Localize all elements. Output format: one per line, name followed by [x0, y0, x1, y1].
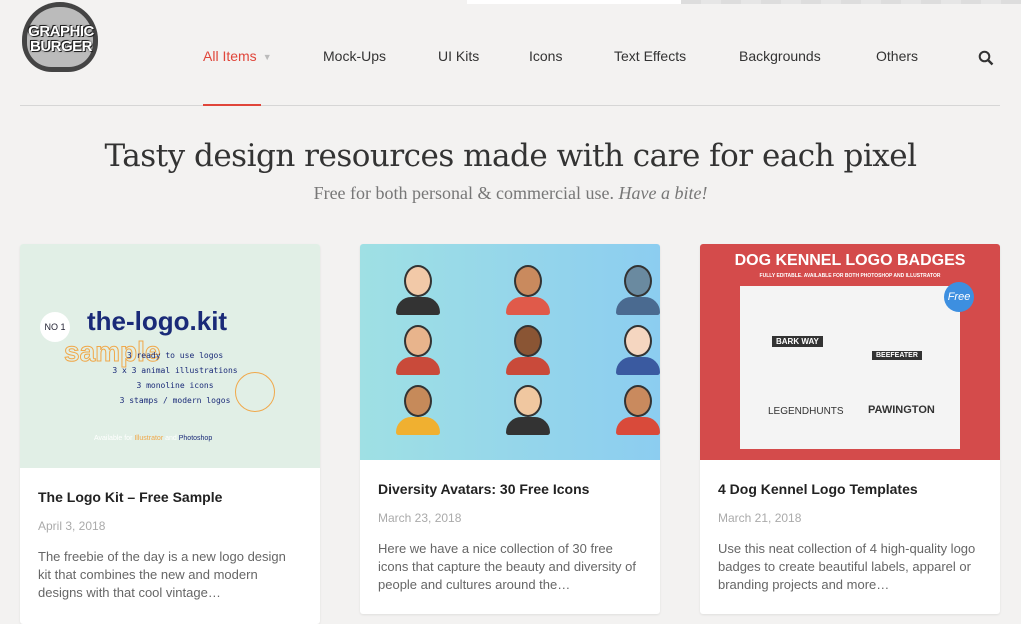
- page-subtitle: Free for both personal & commercial use.…: [313, 183, 708, 203]
- avatar-icon: [404, 325, 432, 357]
- avatar-icon-body: [616, 297, 660, 315]
- avatar-icon: [624, 265, 652, 297]
- post-thumbnail[interactable]: [360, 244, 660, 460]
- thumb-headline: DOG KENNEL LOGO BADGES: [734, 252, 966, 269]
- avatar-icon-body: [506, 417, 550, 435]
- post-date: March 21, 2018: [718, 511, 802, 525]
- post-thumbnail[interactable]: NO 1 the-logo.kit sample 3 ready to use …: [20, 244, 320, 468]
- post-title[interactable]: 4 Dog Kennel Logo Templates: [700, 481, 1000, 497]
- logo-beefeater: BEEFEATER: [872, 351, 922, 360]
- avatar-icon: [404, 385, 432, 417]
- post-excerpt: The freebie of the day is a new logo des…: [38, 549, 286, 600]
- nav-active-indicator: [203, 104, 261, 106]
- nav-divider: [20, 105, 1000, 106]
- thumb-footer: Available for Illustrator and Photoshop: [94, 435, 213, 442]
- avatar-icon-body: [506, 297, 550, 315]
- avatar-icon-body: [506, 357, 550, 375]
- post-excerpt: Here we have a nice collection of 30 fre…: [378, 541, 636, 592]
- avatar-icon-body: [616, 417, 660, 435]
- post-card[interactable]: Diversity Avatars: 30 Free Icons March 2…: [360, 244, 660, 614]
- graphicburger-logo[interactable]: GRAPHIC BURGER: [20, 2, 102, 74]
- post-date: March 23, 2018: [378, 511, 462, 525]
- avatar-icon-body: [396, 297, 440, 315]
- post-card[interactable]: DOG KENNEL LOGO BADGES FULLY EDITABLE. A…: [700, 244, 1000, 614]
- nav-all-items[interactable]: All Items ▼: [203, 48, 272, 64]
- nav-ui-kits[interactable]: UI Kits: [438, 48, 479, 64]
- post-title[interactable]: The Logo Kit – Free Sample: [20, 489, 320, 505]
- avatar-icon: [404, 265, 432, 297]
- nav-icons[interactable]: Icons: [529, 48, 562, 64]
- nav-others[interactable]: Others: [876, 48, 918, 64]
- top-strip: [467, 0, 681, 4]
- thumb-subhead: FULLY EDITABLE. AVAILABLE FOR BOTH PHOTO…: [759, 273, 941, 279]
- badge-sheet: BARK WAY BEEFEATER LEGENDHUNTS PAWINGTON: [740, 286, 960, 449]
- avatar-icon: [624, 325, 652, 357]
- post-card[interactable]: NO 1 the-logo.kit sample 3 ready to use …: [20, 244, 320, 624]
- logo-pawington: PAWINGTON: [868, 404, 935, 416]
- avatar-icon-body: [396, 357, 440, 375]
- page-title: Tasty design resources made with care fo…: [104, 138, 917, 174]
- logo-text: GRAPHIC BURGER: [28, 23, 94, 55]
- avatar-icon: [514, 325, 542, 357]
- nav-text-effects[interactable]: Text Effects: [614, 48, 686, 64]
- search-icon[interactable]: [978, 50, 994, 66]
- avatar-icon-body: [616, 357, 660, 375]
- avatar-icon: [624, 385, 652, 417]
- logo-barkway: BARK WAY: [772, 336, 823, 347]
- post-thumbnail[interactable]: DOG KENNEL LOGO BADGES FULLY EDITABLE. A…: [700, 244, 1000, 460]
- post-excerpt: Use this neat collection of 4 high-quali…: [718, 541, 976, 592]
- avatar-icon: [514, 265, 542, 297]
- post-date: April 3, 2018: [38, 519, 106, 533]
- post-title[interactable]: Diversity Avatars: 30 Free Icons: [360, 481, 660, 497]
- bear-icon: [235, 372, 275, 412]
- logo-legendhunts: LEGENDHUNTS: [768, 406, 844, 417]
- free-badge: Free: [944, 282, 974, 312]
- top-strip-ad: [681, 0, 1021, 4]
- chevron-down-icon: ▼: [262, 52, 272, 63]
- avatar-icon: [514, 385, 542, 417]
- avatar-icon-body: [396, 417, 440, 435]
- thumb-headline: the-logo.kit: [87, 306, 228, 336]
- nav-mock-ups[interactable]: Mock-Ups: [323, 48, 386, 64]
- nav-backgrounds[interactable]: Backgrounds: [739, 48, 821, 64]
